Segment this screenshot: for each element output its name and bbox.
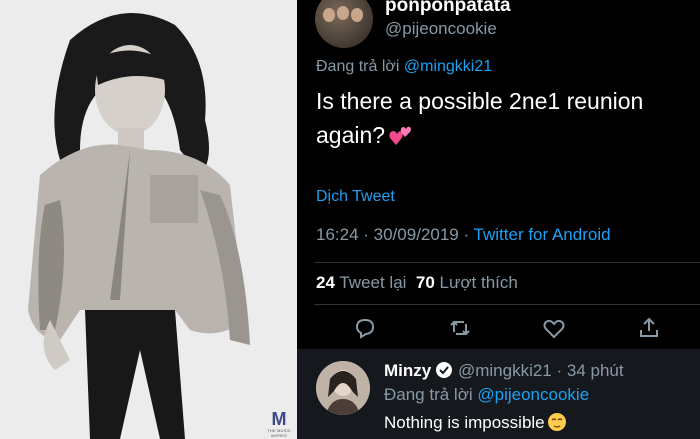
two-hearts-icon — [389, 122, 413, 156]
action-bar — [297, 314, 700, 342]
watermark-text: THE MUSIC WORKS — [267, 428, 291, 438]
retweet-count: 24 — [316, 273, 335, 292]
reply-author-avatar[interactable] — [316, 361, 370, 415]
reply-text: Nothing is impossible — [384, 413, 545, 432]
divider — [314, 304, 700, 305]
photo-illustration — [0, 0, 297, 439]
reply-replying-to: Đang trả lời @pijeoncookie — [384, 385, 589, 405]
reply-icon[interactable] — [353, 316, 377, 340]
profile-photo: M THE MUSIC WORKS — [0, 0, 297, 439]
author-name[interactable]: ponponpatata — [385, 0, 511, 17]
retweet-label: Tweet lại — [339, 273, 407, 292]
tweet-panel: ponponpatata @pijeoncookie Đang trả lời … — [297, 0, 700, 439]
replying-prefix: Đang trả lời — [316, 58, 400, 75]
reply-author: Minzy @mingkki21 · 34 phút — [384, 361, 624, 384]
tweet-timestamp[interactable]: 16:24 · 30/09/2019 · — [316, 225, 469, 244]
verified-badge-icon — [435, 361, 453, 384]
replying-to: Đang trả lời @mingkki21 — [316, 58, 492, 76]
like-stat[interactable]: 70 Lượt thích — [416, 273, 518, 292]
reply-author-name[interactable]: Minzy — [384, 361, 431, 380]
replying-to-link[interactable]: @mingkki21 — [404, 58, 492, 75]
tweet-client-link[interactable]: Twitter for Android — [474, 225, 611, 244]
author-avatar[interactable] — [315, 0, 373, 48]
relieved-face-icon — [547, 412, 567, 437]
share-icon[interactable] — [637, 316, 661, 340]
like-count: 70 — [415, 273, 435, 292]
tweet-meta: 16:24 · 30/09/2019 · Twitter for Android — [316, 225, 611, 245]
watermark-letter: M — [271, 409, 287, 429]
like-icon[interactable] — [542, 316, 566, 340]
retweet-icon[interactable] — [448, 316, 472, 340]
reply-tweet[interactable]: Minzy @mingkki21 · 34 phút Đang trả lời … — [297, 349, 700, 439]
reply-author-handle[interactable]: @mingkki21 · 34 phút — [458, 361, 624, 380]
retweet-stat[interactable]: 24 Tweet lại — [316, 273, 406, 292]
watermark-logo: M THE MUSIC WORKS — [266, 410, 292, 438]
tweet-stats: 24 Tweet lại 70 Lượt thích — [316, 273, 518, 293]
divider — [314, 262, 700, 263]
reply-replying-to-link[interactable]: @pijeoncookie — [477, 385, 589, 404]
translate-tweet-link[interactable]: Dịch Tweet — [316, 188, 395, 206]
tweet-text-line1: Is there a possible 2ne1 reunion — [316, 88, 644, 114]
tweet-text: Is there a possible 2ne1 reunion again? — [316, 84, 686, 156]
tweet-text-line2: again? — [316, 122, 386, 148]
reply-replying-prefix: Đang trả lời — [384, 385, 473, 404]
author-handle[interactable]: @pijeoncookie — [385, 19, 497, 39]
like-label: Lượt thích — [439, 273, 518, 292]
reply-text-container: Nothing is impossible — [384, 412, 567, 437]
